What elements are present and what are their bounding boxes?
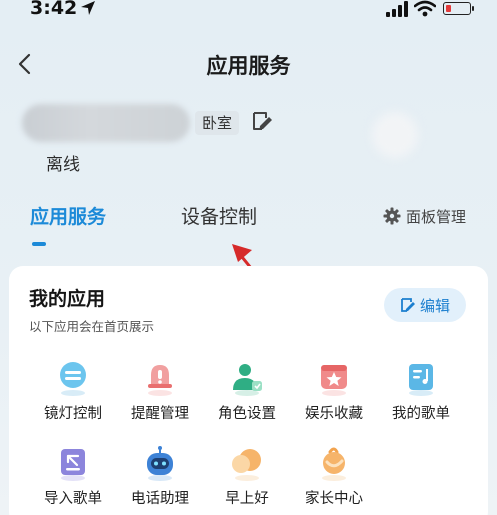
device-image-redacted <box>372 112 418 158</box>
robot-icon <box>147 446 173 481</box>
app-import-playlist[interactable]: 导入歌单 <box>31 444 115 508</box>
edit-icon <box>401 298 415 312</box>
role-icon <box>233 364 262 396</box>
my-apps-card: 我的应用 以下应用会在首页展示 编辑 镜灯控制 提醒管理 角色设置 娱乐收藏 我… <box>9 266 488 515</box>
edit-button[interactable]: 编辑 <box>384 288 466 322</box>
panel-management-label: 面板管理 <box>406 207 467 226</box>
my-apps-title: 我的应用 <box>29 288 106 310</box>
app-reminder-management[interactable]: 提醒管理 <box>118 359 202 423</box>
device-name-redacted <box>22 104 190 142</box>
app-phone-assistant[interactable]: 电话助理 <box>118 444 202 508</box>
app-good-morning[interactable]: 早上好 <box>205 444 289 508</box>
parent-center-icon <box>322 447 346 481</box>
device-status: 离线 <box>46 155 80 175</box>
mirror-light-icon <box>60 362 86 396</box>
room-tag: 卧室 <box>195 111 240 135</box>
app-mirror-light[interactable]: 镜灯控制 <box>31 359 115 423</box>
location-arrow-icon <box>81 1 95 15</box>
tab-app-services[interactable]: 应用服务 <box>30 202 106 229</box>
gear-icon <box>383 207 401 225</box>
edit-name-icon[interactable] <box>251 110 273 132</box>
battery-icon <box>443 2 474 15</box>
status-bar: 3:42 <box>0 0 497 26</box>
bell-icon <box>148 365 172 396</box>
import-playlist-icon <box>61 449 85 481</box>
cellular-signal-icon <box>386 1 408 17</box>
app-parent-center[interactable]: 家长中心 <box>292 444 376 508</box>
status-time: 3:42 <box>30 0 78 19</box>
edit-label: 编辑 <box>419 296 450 315</box>
app-entertainment-favorites[interactable]: 娱乐收藏 <box>292 359 376 423</box>
star-icon <box>321 365 347 396</box>
playlist-icon <box>409 364 433 396</box>
app-role-settings[interactable]: 角色设置 <box>205 359 289 423</box>
morning-icon <box>232 449 261 481</box>
page-title: 应用服务 <box>206 54 291 78</box>
active-tab-indicator <box>32 242 46 246</box>
wifi-icon <box>414 0 436 17</box>
panel-management-button[interactable]: 面板管理 <box>383 205 466 227</box>
my-apps-subtitle: 以下应用会在首页展示 <box>29 319 155 334</box>
tab-device-control[interactable]: 设备控制 <box>181 202 257 229</box>
app-my-playlist[interactable]: 我的歌单 <box>379 359 463 423</box>
